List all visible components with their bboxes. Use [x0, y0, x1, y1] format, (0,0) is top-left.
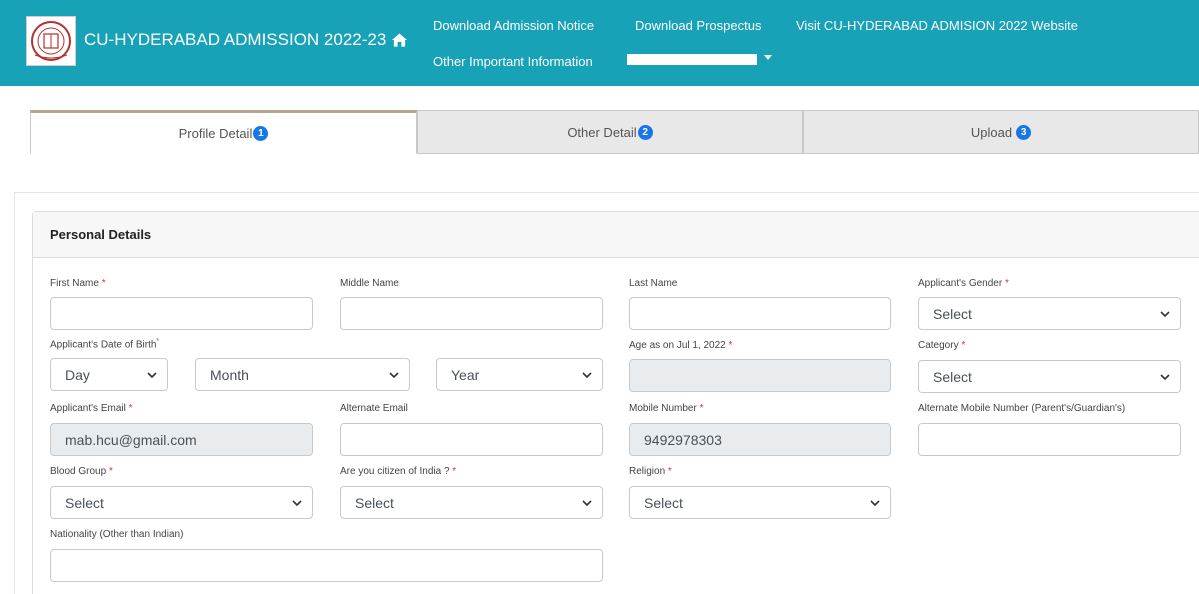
- age-label: Age as on Jul 1, 2022 *: [629, 340, 733, 351]
- tab-label: Profile Detail: [178, 125, 253, 141]
- first-name-label: First Name *: [50, 278, 106, 289]
- gender-select[interactable]: Select: [918, 297, 1181, 330]
- last-name-input[interactable]: [629, 297, 891, 330]
- step-badge: 2: [637, 124, 653, 140]
- citizen-value: Select: [355, 494, 394, 511]
- dob-label: Applicant's Date of Birth*: [50, 338, 160, 351]
- section-title: Personal Details: [50, 227, 152, 242]
- gender-value: Select: [933, 305, 972, 322]
- brand-title: CU-HYDERABAD ADMISSION 2022-23: [84, 30, 387, 49]
- chevron-down-icon: [1160, 310, 1170, 317]
- religion-label: Religion *: [629, 466, 672, 477]
- alternate-email-label: Alternate Email: [340, 403, 408, 414]
- download-admission-notice-link[interactable]: Download Admission Notice: [433, 18, 594, 33]
- chevron-down-icon: [292, 499, 302, 506]
- university-logo[interactable]: [26, 16, 76, 66]
- tab-upload[interactable]: Upload 3: [803, 110, 1199, 154]
- step-badge: 3: [1016, 124, 1032, 140]
- email-input: mab.hcu@gmail.com: [50, 423, 313, 456]
- gender-label: Applicant's Gender *: [918, 278, 1009, 289]
- religion-select[interactable]: Select: [629, 486, 891, 519]
- alternate-mobile-input[interactable]: [918, 423, 1181, 456]
- brand-link[interactable]: CU-HYDERABAD ADMISSION 2022-23: [84, 30, 408, 50]
- category-value: Select: [933, 368, 972, 385]
- category-select[interactable]: Select: [918, 360, 1181, 393]
- tab-profile-detail[interactable]: Profile Detail 1: [30, 110, 417, 154]
- mobile-label: Mobile Number *: [629, 403, 704, 414]
- nationality-input[interactable]: [50, 549, 603, 582]
- top-navbar: CU-HYDERABAD ADMISSION 2022-23 Download …: [0, 0, 1199, 86]
- alternate-email-input[interactable]: [340, 423, 603, 456]
- mobile-input: 9492978303: [629, 423, 891, 456]
- chevron-down-icon: [582, 499, 592, 506]
- blood-group-label: Blood Group *: [50, 466, 113, 477]
- home-icon: [392, 33, 408, 47]
- chevron-down-icon: [870, 499, 880, 506]
- chevron-down-icon: [389, 371, 399, 378]
- chevron-down-icon: [582, 371, 592, 378]
- chevron-down-icon[interactable]: [764, 55, 772, 60]
- user-menu-redacted[interactable]: [627, 54, 757, 65]
- citizen-select[interactable]: Select: [340, 486, 603, 519]
- category-label: Category *: [918, 340, 966, 351]
- visit-website-link[interactable]: Visit CU-HYDERABAD ADMISION 2022 Website: [796, 18, 1078, 33]
- other-important-information-link[interactable]: Other Important Information: [433, 54, 593, 69]
- dob-year-value: Year: [451, 366, 480, 383]
- alternate-mobile-label: Alternate Mobile Number (Parent's/Guardi…: [918, 403, 1126, 414]
- tab-other-detail[interactable]: Other Detail 2: [417, 110, 803, 154]
- dob-day-value: Day: [65, 366, 90, 383]
- middle-name-input[interactable]: [340, 297, 603, 330]
- nationality-label: Nationality (Other than Indian): [50, 529, 184, 540]
- blood-group-select[interactable]: Select: [50, 486, 313, 519]
- tab-label: Upload: [970, 124, 1013, 140]
- dob-month-value: Month: [210, 366, 249, 383]
- middle-name-label: Middle Name: [340, 278, 399, 289]
- last-name-label: Last Name: [629, 278, 678, 289]
- blood-group-value: Select: [65, 494, 104, 511]
- age-input: [629, 359, 891, 392]
- dob-month-select[interactable]: Month: [195, 358, 410, 391]
- citizen-label: Are you citizen of India ? *: [340, 466, 457, 477]
- dob-day-select[interactable]: Day: [50, 358, 168, 391]
- step-badge: 1: [253, 125, 269, 141]
- first-name-input[interactable]: [50, 297, 313, 330]
- profile-tabs: Profile Detail 1 Other Detail 2 Upload 3: [30, 110, 1199, 154]
- tab-label: Other Detail: [567, 124, 637, 140]
- religion-value: Select: [644, 494, 683, 511]
- chevron-down-icon: [147, 371, 157, 378]
- download-prospectus-link[interactable]: Download Prospectus: [635, 18, 761, 33]
- chevron-down-icon: [1160, 373, 1170, 380]
- dob-year-select[interactable]: Year: [436, 358, 603, 391]
- email-label: Applicant's Email *: [50, 403, 133, 414]
- card-header: [33, 212, 1199, 258]
